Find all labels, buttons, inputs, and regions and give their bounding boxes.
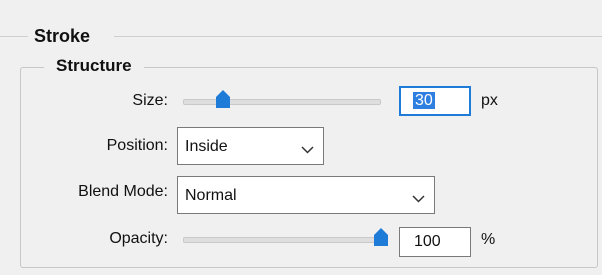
stroke-section-title: Stroke: [34, 26, 91, 46]
stroke-divider-left: [0, 36, 28, 37]
opacity-input[interactable]: 100: [399, 227, 471, 257]
opacity-slider-track[interactable]: [183, 237, 381, 243]
structure-group-title: Structure: [44, 54, 144, 78]
opacity-unit: %: [481, 231, 496, 248]
size-unit: px: [481, 92, 498, 109]
stroke-divider-right: [114, 36, 602, 37]
blend-mode-dropdown[interactable]: Normal: [177, 176, 435, 214]
opacity-slider-thumb[interactable]: [374, 228, 388, 246]
chevron-down-icon: [412, 190, 425, 208]
size-slider-thumb[interactable]: [215, 90, 230, 108]
size-input[interactable]: 30: [399, 86, 471, 116]
size-label: Size:: [132, 92, 168, 109]
blend-mode-label: Blend Mode:: [78, 183, 168, 200]
blend-mode-dropdown-value: Normal: [185, 187, 237, 204]
slider-thumb-icon: [215, 90, 230, 108]
position-label: Position:: [106, 137, 168, 154]
slider-thumb-icon: [374, 228, 388, 246]
position-dropdown[interactable]: Inside: [177, 127, 324, 165]
position-dropdown-value: Inside: [185, 138, 228, 155]
chevron-down-icon: [301, 141, 314, 159]
opacity-label: Opacity:: [109, 230, 168, 247]
size-slider-track[interactable]: [183, 99, 381, 105]
